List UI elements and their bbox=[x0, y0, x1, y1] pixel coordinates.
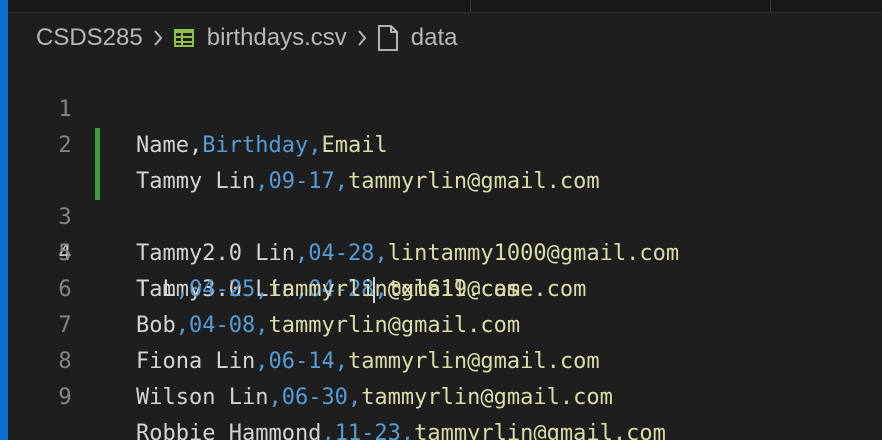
tab-divider bbox=[470, 0, 471, 12]
code-lines[interactable]: 1 Name,Birthday,Email 2 Tammy Lin,09-17,… bbox=[0, 56, 882, 440]
modified-line-marker[interactable] bbox=[95, 128, 100, 164]
document-icon bbox=[377, 25, 399, 51]
code-editor[interactable]: CSDS285 birthdays.csv data 1 Name,Birthd… bbox=[0, 0, 882, 440]
csv-separator: , bbox=[321, 421, 335, 440]
code-line[interactable]: 9 Robbie Hammond,11-23,tammyrlin@gmail.c… bbox=[0, 344, 882, 440]
csv-email-cell: tammyrlin@gmail.com bbox=[361, 385, 613, 410]
line-number: 9 bbox=[58, 385, 72, 410]
chevron-right-icon bbox=[147, 29, 169, 47]
breadcrumb: CSDS285 birthdays.csv data bbox=[36, 22, 458, 54]
breadcrumb-file[interactable]: birthdays.csv bbox=[173, 24, 347, 52]
csv-name-cell: Wilson Lin bbox=[136, 385, 269, 410]
breadcrumb-symbol[interactable]: data bbox=[377, 24, 458, 52]
csv-birthday-cell: 06-30 bbox=[281, 385, 348, 410]
csv-birthday-cell: 11-23 bbox=[334, 421, 401, 440]
csv-table-icon bbox=[173, 28, 195, 48]
csv-separator: , bbox=[347, 385, 362, 410]
code-line[interactable]: 2 Tammy Lin,09-17,tammyrlin@gmail.com bbox=[0, 92, 882, 194]
breadcrumb-folder[interactable]: CSDS285 bbox=[36, 24, 143, 52]
code-line[interactable]: 6 Bob,04-08,tammyrlin@gmail.com bbox=[0, 236, 882, 338]
breadcrumb-symbol-label: data bbox=[410, 24, 458, 51]
breadcrumb-file-label: birthdays.csv bbox=[206, 24, 347, 51]
csv-separator: , bbox=[400, 421, 415, 440]
line-content[interactable]: Wilson Lin,06-30,tammyrlin@gmail.com bbox=[136, 380, 613, 416]
code-line[interactable]: 7 Fiona Lin,06-14,tammyrlin@gmail.com bbox=[0, 272, 882, 374]
chevron-right-icon bbox=[351, 29, 373, 47]
code-line[interactable]: 8 Wilson Lin,06-30,tammyrlin@gmail.com bbox=[0, 308, 882, 410]
csv-separator: , bbox=[268, 385, 282, 410]
tab-bar-edge bbox=[8, 0, 882, 13]
csv-email-cell: tammyrlin@gmail.com bbox=[414, 421, 666, 440]
breadcrumb-folder-label: CSDS285 bbox=[36, 24, 143, 51]
code-line[interactable]: 3 Tammy2.0 Lin,04-28,lintammy1000@gmail.… bbox=[0, 128, 882, 266]
tab-divider bbox=[770, 0, 771, 12]
code-line[interactable]: 5 T L,04-25,tammyrlin@gmail.com bbox=[0, 200, 882, 302]
code-line-active[interactable]: 4 Tammy3.0 Lin,04-28,txl619@case.com bbox=[0, 164, 882, 303]
csv-name-cell: Robbie Hammond bbox=[136, 421, 322, 440]
code-line[interactable]: 1 Name,Birthday,Email bbox=[0, 56, 882, 158]
modified-line-marker[interactable] bbox=[95, 164, 100, 200]
line-content[interactable]: Robbie Hammond,11-23,tammyrlin@gmail.com bbox=[136, 416, 666, 440]
